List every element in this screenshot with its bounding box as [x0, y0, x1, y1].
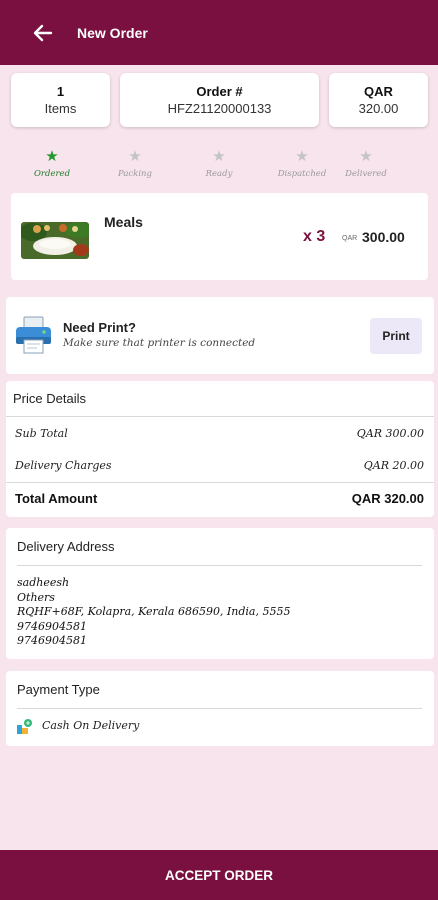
arrow-left-icon — [33, 24, 53, 41]
accept-order-button[interactable]: ACCEPT ORDER — [0, 850, 438, 900]
delivery-address-title: Delivery Address — [17, 539, 115, 554]
divider — [6, 482, 434, 483]
divider — [17, 708, 422, 709]
divider — [6, 416, 434, 417]
items-label: Items — [44, 101, 77, 116]
total-amount-label: Total Amount — [15, 491, 98, 506]
price-details-title: Price Details — [13, 391, 86, 406]
order-item-quantity: x 3 — [303, 228, 326, 245]
status-step-label: Ready — [205, 169, 233, 179]
print-button[interactable]: Print — [370, 318, 422, 354]
order-status-tracker: ★ Ordered ★ Packing ★ Ready ★ Dispatched… — [0, 148, 438, 184]
subtotal-label: Sub Total — [15, 427, 68, 440]
app-bar: New Order — [0, 0, 438, 65]
star-icon: ★ — [359, 148, 373, 165]
delivery-charges-label: Delivery Charges — [15, 459, 112, 472]
items-count-card: 1 Items — [11, 73, 110, 127]
order-number-label: Order # — [196, 84, 243, 99]
cash-icon — [17, 718, 33, 734]
star-icon: ★ — [45, 148, 59, 165]
total-currency: QAR — [364, 84, 393, 99]
payment-method: Cash On Delivery — [42, 719, 140, 732]
status-step-packing: ★ Packing — [95, 148, 175, 179]
divider — [17, 565, 422, 566]
back-button[interactable] — [29, 19, 57, 47]
address-type: Others — [17, 590, 55, 604]
address-phone: 9746904581 — [17, 619, 87, 633]
print-title: Need Print? — [63, 320, 136, 335]
status-step-ordered: ★ Ordered — [12, 148, 92, 179]
meal-image — [21, 222, 89, 259]
status-step-label: Ordered — [33, 169, 71, 179]
printer-icon — [15, 315, 52, 355]
order-number-card: Order # HFZ21120000133 — [120, 73, 319, 127]
address-name: sadheesh — [17, 576, 70, 589]
order-item-price: 300.00 — [362, 229, 405, 245]
payment-type-title: Payment Type — [17, 682, 100, 697]
order-item-currency: QAR — [342, 235, 358, 242]
subtotal-value: QAR 300.00 — [356, 427, 424, 440]
star-icon: ★ — [128, 148, 142, 165]
total-amount: 320.00 — [358, 101, 399, 116]
delivery-address-text: sadheesh Others RQHF+68F, Kolapra, Keral… — [17, 576, 290, 649]
status-step-delivered: ★ Delivered — [326, 148, 406, 179]
items-count: 1 — [56, 84, 65, 99]
status-step-label: Delivered — [345, 169, 387, 179]
order-number: HFZ21120000133 — [167, 101, 272, 116]
address-line: RQHF+68F, Kolapra, Kerala 686590, India,… — [17, 605, 291, 618]
print-subtitle: Make sure that printer is connected — [63, 337, 256, 349]
delivery-charges-value: QAR 20.00 — [363, 459, 424, 472]
address-phone: 9746904581 — [17, 634, 87, 647]
total-amount-value: QAR 320.00 — [351, 491, 424, 506]
order-item-name: Meals — [104, 214, 143, 230]
status-step-ready: ★ Ready — [179, 148, 259, 179]
order-total-card: QAR 320.00 — [329, 73, 428, 127]
star-icon: ★ — [212, 148, 226, 165]
status-step-label: Packing — [118, 169, 152, 179]
page-title: New Order — [77, 24, 148, 41]
